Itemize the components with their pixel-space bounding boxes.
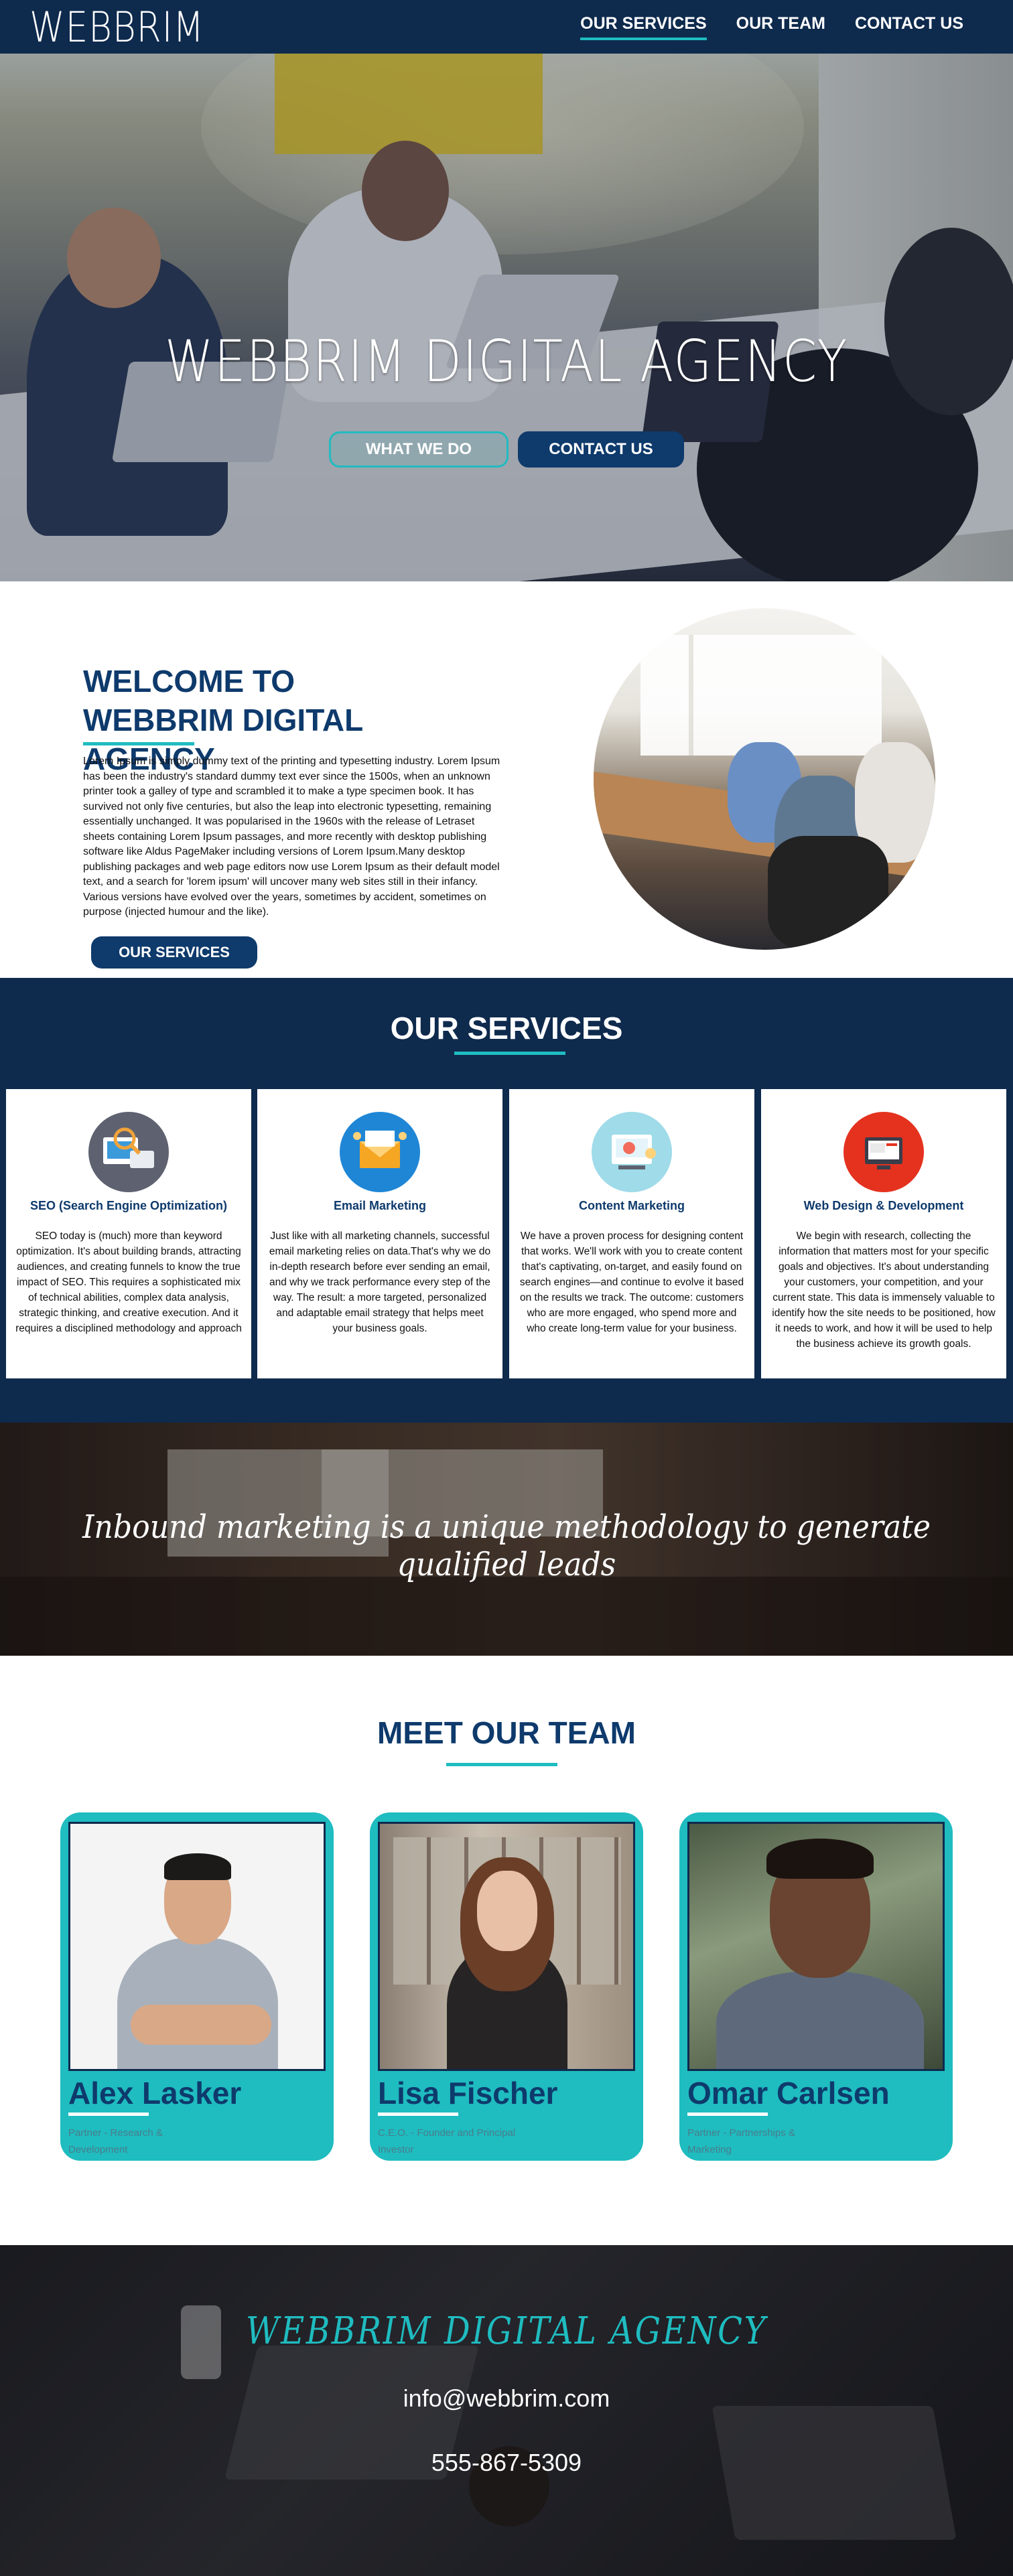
hero-title: WEBBRIM DIGITAL AGENCY [165,328,848,395]
service-card-web-design: Web Design & Development We begin with r… [761,1089,1006,1378]
member-role: Partner - Partnerships & Marketing [687,2127,795,2155]
avatar [68,1822,326,2071]
avatar [687,1822,945,2071]
member-name-underline [687,2113,768,2116]
team-card-alex-lasker: Alex Lasker Partner - Research & Develop… [60,1812,334,2161]
web-design-icon [843,1112,924,1192]
service-title: SEO (Search Engine Optimization) [29,1199,228,1212]
welcome-title-underline [83,742,194,745]
member-name-underline [378,2113,458,2116]
service-title: Email Marketing [333,1199,427,1212]
our-services-button[interactable]: OUR SERVICES [91,936,257,969]
nav-link-contact-us[interactable]: CONTACT US [855,14,963,40]
service-text: We begin with research, collecting the i… [772,1230,996,1350]
email-icon [340,1112,420,1192]
hero-contact-us-button[interactable]: CONTACT US [518,431,684,468]
services-title-underline [454,1052,565,1055]
member-name-underline [68,2113,149,2116]
avatar-hair [766,1839,874,1879]
content-icon [592,1112,672,1192]
office-team-photo [594,608,935,950]
service-text: Just like with all marketing channels, s… [269,1230,491,1334]
footer-phone-link[interactable]: 555-867-5309 [0,2449,1013,2477]
avatar-arms [131,2005,271,2045]
service-text: We have a proven process for designing c… [519,1230,744,1334]
service-card-email: Email Marketing Just like with all marke… [257,1089,502,1378]
nav-link-our-services[interactable]: OUR SERVICES [580,14,707,40]
quote-text: Inbound marketing is a unique methodolog… [82,1508,931,1583]
service-title: Web Design & Development [803,1199,964,1212]
team-title-underline [446,1763,557,1766]
main-nav: OUR SERVICES OUR TEAM CONTACT US [580,14,963,40]
avatar-body [716,1971,924,2069]
top-navbar: WEBBRIM OUR SERVICES OUR TEAM CONTACT US [0,0,1013,54]
avatar-hair [164,1853,231,1880]
team-title: MEET OUR TEAM [377,1715,636,1750]
team-card-lisa-fischer: Lisa Fischer C.E.O. - Founder and Princi… [370,1812,643,2161]
member-name: Lisa Fischer [378,2076,558,2110]
service-card-content: Content Marketing We have a proven proce… [509,1089,754,1378]
member-role: C.E.O. - Founder and Principal Investor [378,2127,516,2155]
seo-icon [88,1112,169,1192]
footer-brand: WEBBRIM DIGITAL AGENCY [245,2309,767,2353]
what-we-do-button[interactable]: WHAT WE DO [329,431,509,468]
services-title: OUR SERVICES [390,1011,623,1046]
hero-buttons: WHAT WE DO CONTACT US [0,431,1013,468]
member-role: Partner - Research & Development [68,2127,163,2155]
team-card-omar-carlsen: Omar Carlsen Partner - Partnerships & Ma… [679,1812,953,2161]
nav-link-our-team[interactable]: OUR TEAM [736,14,825,40]
avatar-head [477,1871,537,1951]
service-text: SEO today is (much) more than keyword op… [15,1230,242,1334]
avatar [378,1822,635,2071]
photo-chair [768,836,888,950]
member-name: Alex Lasker [68,2076,242,2110]
welcome-body-text: Lorem Ipsum is simply dummy text of the … [83,756,500,918]
footer-email-link[interactable]: info@webbrim.com [0,2384,1013,2413]
site-logo[interactable]: WEBBRIM [29,3,204,52]
service-card-seo: SEO (Search Engine Optimization) SEO tod… [6,1089,251,1378]
hero-overlay [0,54,1013,581]
service-title: Content Marketing [578,1199,685,1212]
member-name: Omar Carlsen [687,2076,890,2110]
photo-window [640,635,882,756]
hero-banner [0,54,1013,581]
